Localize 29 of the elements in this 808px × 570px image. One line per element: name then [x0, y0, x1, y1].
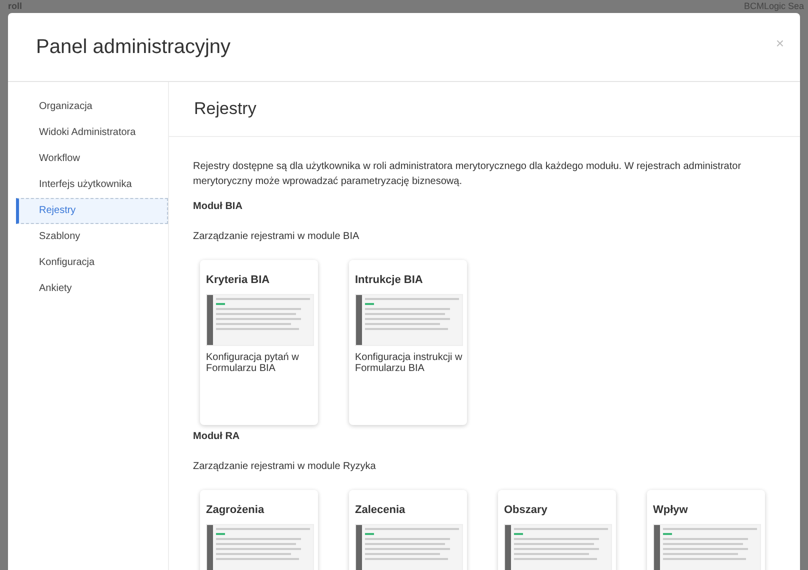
intro-text: Rejestry dostępne są dla użytkownika w roli administratora merytorycznego dla każdego modułu. W rejestrach administrator merytoryczny może wprowadzać parametryzację biznesową.	[193, 160, 742, 189]
card-description: Konfiguracja pytań w Formularzu BIA	[206, 352, 300, 374]
register-card[interactable]: Wpływ	[647, 490, 765, 570]
card-title: Kryteria BIA	[206, 274, 271, 286]
card-description: Konfiguracja instrukcji w Formularzu BIA	[355, 352, 464, 374]
card-title: Zagrożenia	[206, 504, 266, 516]
sidebar-item[interactable]: Konfiguracja	[16, 250, 168, 276]
sidebar-item[interactable]: Workflow	[16, 146, 168, 172]
card-title: Intrukcje BIA	[355, 274, 424, 286]
module-subtitle: Zarządzanie rejestrami w module BIA	[193, 231, 360, 242]
module-subtitle: Zarządzanie rejestrami w module Ryzyka	[193, 461, 377, 472]
sidebar-item[interactable]: Szablony	[16, 224, 168, 250]
sidebar-item[interactable]: Rejestry	[16, 198, 168, 224]
module-title: Moduł RA	[193, 431, 241, 442]
card-title: Zalecenia	[355, 504, 406, 516]
register-card[interactable]: Zagrożenia	[200, 490, 318, 570]
register-card[interactable]: Obszary	[498, 490, 616, 570]
register-card[interactable]: Intrukcje BIA Konfiguracja instrukcji w Formularzu BIA	[349, 260, 467, 425]
sidebar-item[interactable]: Interfejs użytkownika	[16, 172, 168, 198]
register-card[interactable]: Zalecenia	[349, 490, 467, 570]
sidebar-item[interactable]: Widoki Administratora	[16, 120, 168, 146]
module-title: Moduł BIA	[193, 201, 244, 212]
sidebar-item[interactable]: Ankiety	[16, 276, 168, 302]
section-heading: Rejestry	[194, 99, 256, 119]
register-card[interactable]: Kryteria BIA Konfiguracja pytań w Formularzu BIA	[200, 260, 318, 425]
modal-title: Panel administracyjny	[36, 36, 231, 58]
sidebar-item[interactable]: Organizacja	[16, 94, 168, 120]
card-title: Wpływ	[653, 504, 689, 516]
card-title: Obszary	[504, 504, 548, 516]
